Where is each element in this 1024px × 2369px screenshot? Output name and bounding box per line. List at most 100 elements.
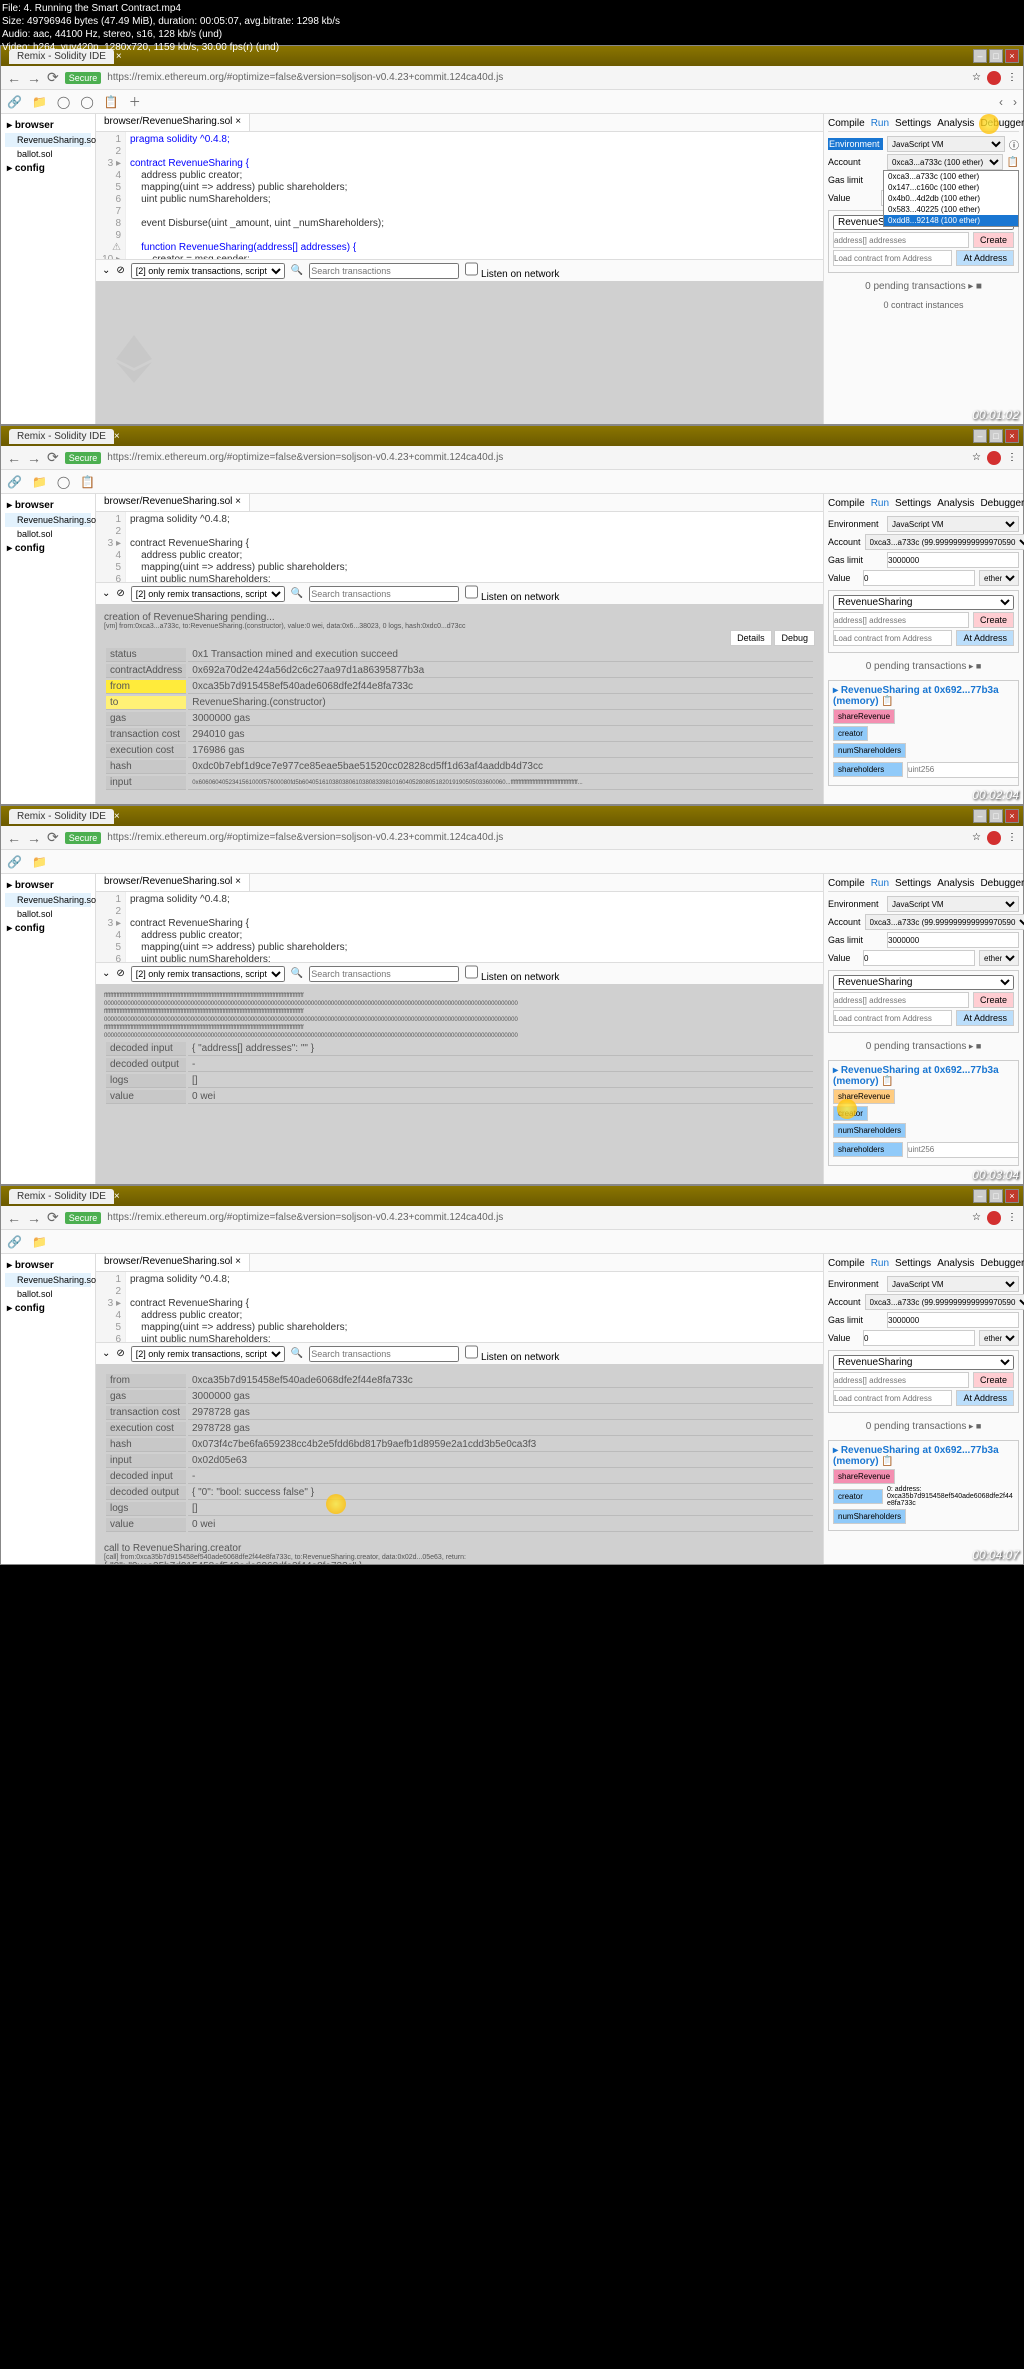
value-input[interactable]	[863, 570, 975, 586]
close-icon[interactable]: ×	[1005, 49, 1019, 63]
sidebar-browser[interactable]: ▸ browser	[5, 878, 91, 893]
search-input[interactable]	[309, 586, 459, 602]
tab-run[interactable]: Run	[871, 1258, 889, 1269]
sidebar-config[interactable]: ▸ config	[5, 161, 91, 176]
account-select[interactable]: 0xca3...a733c (100 ether)	[887, 154, 1003, 170]
plus-icon[interactable]: ＋	[129, 93, 141, 110]
maximize-icon[interactable]: □	[989, 1189, 1003, 1203]
minimize-icon[interactable]: –	[973, 429, 987, 443]
create-button[interactable]: Create	[973, 1372, 1014, 1388]
info-icon[interactable]: ⓘ	[1009, 137, 1019, 152]
back-icon[interactable]: ←	[7, 450, 21, 466]
close-icon[interactable]: ×	[1005, 429, 1019, 443]
tab-analysis[interactable]: Analysis	[937, 118, 974, 129]
extension-icon[interactable]	[987, 451, 1001, 465]
back-icon[interactable]: ←	[7, 1210, 21, 1226]
forward-icon[interactable]: →	[27, 1210, 41, 1226]
value-unit[interactable]: ether	[979, 1330, 1019, 1346]
tab-debugger[interactable]: Debugger	[980, 1258, 1024, 1269]
maximize-icon[interactable]: □	[989, 809, 1003, 823]
shareholders-button[interactable]: shareholders	[833, 1142, 903, 1157]
tab-close-icon[interactable]: ×	[114, 811, 120, 822]
sidebar-browser[interactable]: ▸ browser	[5, 118, 91, 133]
shareholders-input[interactable]	[907, 762, 1019, 778]
gist-icon[interactable]: ◯	[80, 95, 93, 109]
create-button[interactable]: Create	[973, 992, 1014, 1008]
sidebar-config[interactable]: ▸ config	[5, 541, 91, 556]
extension-icon[interactable]	[987, 1211, 1001, 1225]
account-select[interactable]: 0xca3...a733c (99.999999999999970590	[865, 534, 1024, 550]
extension-icon[interactable]	[987, 831, 1001, 845]
terminal-area[interactable]	[96, 281, 823, 424]
clear-icon[interactable]: ⊘	[116, 588, 124, 599]
load-input[interactable]	[833, 1390, 952, 1406]
url-text[interactable]: https://remix.ethereum.org/#optimize=fal…	[107, 832, 966, 843]
next-icon[interactable]: ›	[1013, 95, 1017, 109]
copy-icon[interactable]: 📋	[104, 95, 119, 109]
link-icon[interactable]: 🔗	[7, 855, 22, 869]
instance-header[interactable]: ▸ RevenueSharing at 0x692...77b3a (memor…	[833, 1445, 1014, 1467]
browser-tab[interactable]: Remix - Solidity IDE	[9, 1189, 114, 1204]
chevron-icon[interactable]: ⌄	[102, 968, 110, 979]
maximize-icon[interactable]: □	[989, 429, 1003, 443]
tab-compile[interactable]: Compile	[828, 118, 865, 129]
create-input[interactable]	[833, 1372, 969, 1388]
create-button[interactable]: Create	[973, 612, 1014, 628]
copy-icon[interactable]: 📋	[80, 475, 95, 489]
forward-icon[interactable]: →	[27, 450, 41, 466]
chevron-icon[interactable]: ⌄	[102, 265, 110, 276]
editor-tab[interactable]: browser/RevenueSharing.sol ×	[96, 1254, 250, 1271]
browser-tab[interactable]: Remix - Solidity IDE	[9, 429, 114, 444]
url-text[interactable]: https://remix.ethereum.org/#optimize=fal…	[107, 452, 966, 463]
sidebar-browser[interactable]: ▸ browser	[5, 498, 91, 513]
link-icon[interactable]: 🔗	[7, 95, 22, 109]
account-option[interactable]: 0x4b0...4d2db (100 ether)	[884, 193, 1018, 204]
star-icon[interactable]: ☆	[972, 1212, 981, 1223]
folder-icon[interactable]: 📁	[32, 95, 47, 109]
account-option[interactable]: 0xdd8...92148 (100 ether)	[884, 215, 1018, 226]
close-icon[interactable]: ×	[1005, 809, 1019, 823]
tab-analysis[interactable]: Analysis	[937, 878, 974, 889]
create-input[interactable]	[833, 992, 969, 1008]
sidebar-file-revenue[interactable]: RevenueSharing.sol	[5, 513, 91, 527]
terminal-area[interactable]: from0xca35b7d915458ef540ade6068dfe2f44e8…	[96, 1364, 823, 1564]
tab-settings[interactable]: Settings	[895, 498, 931, 509]
search-icon[interactable]: 🔍	[291, 1348, 303, 1359]
folder-icon[interactable]: 📁	[32, 855, 47, 869]
value-unit[interactable]: ether	[979, 570, 1019, 586]
folder-icon[interactable]: 📁	[32, 475, 47, 489]
contract-select[interactable]: RevenueSharing	[833, 1355, 1014, 1370]
filter-select[interactable]: [2] only remix transactions, script	[131, 1346, 285, 1362]
copy-icon[interactable]: 📋	[1007, 157, 1019, 168]
tab-close-icon[interactable]: ×	[114, 431, 120, 442]
gas-input[interactable]	[887, 932, 1019, 948]
clear-icon[interactable]: ⊘	[116, 265, 124, 276]
github-icon[interactable]: ◯	[57, 475, 70, 489]
creator-button[interactable]: creator	[833, 726, 868, 741]
extension-icon[interactable]	[987, 71, 1001, 85]
contract-select[interactable]: RevenueSharing	[833, 595, 1014, 610]
menu-icon[interactable]: ⋮	[1007, 832, 1017, 843]
gas-input[interactable]	[887, 1312, 1019, 1328]
sharerevenue-button[interactable]: shareRevenue	[833, 709, 895, 724]
create-button[interactable]: Create	[973, 232, 1014, 248]
stop-icon[interactable]: ■	[976, 281, 982, 292]
tab-run[interactable]: Run	[871, 498, 889, 509]
play-icon[interactable]: ▸	[968, 281, 973, 292]
reload-icon[interactable]: ⟳	[47, 829, 59, 846]
sidebar-file-revenue[interactable]: RevenueSharing.sol	[5, 893, 91, 907]
sidebar-file-ballot[interactable]: ballot.sol	[5, 527, 91, 541]
tab-compile[interactable]: Compile	[828, 1258, 865, 1269]
search-input[interactable]	[309, 966, 459, 982]
terminal-area[interactable]: ffffffffffffffffffffffffffffffffffffffff…	[96, 984, 823, 1184]
value-unit[interactable]: ether	[979, 950, 1019, 966]
minimize-icon[interactable]: –	[973, 49, 987, 63]
filter-select[interactable]: [2] only remix transactions, script	[131, 586, 285, 602]
gas-input[interactable]	[887, 552, 1019, 568]
env-select[interactable]: JavaScript VM	[887, 516, 1019, 532]
back-icon[interactable]: ←	[7, 70, 21, 86]
star-icon[interactable]: ☆	[972, 832, 981, 843]
load-input[interactable]	[833, 630, 952, 646]
sharerevenue-button[interactable]: shareRevenue	[833, 1469, 895, 1484]
ataddress-button[interactable]: At Address	[956, 1010, 1014, 1026]
